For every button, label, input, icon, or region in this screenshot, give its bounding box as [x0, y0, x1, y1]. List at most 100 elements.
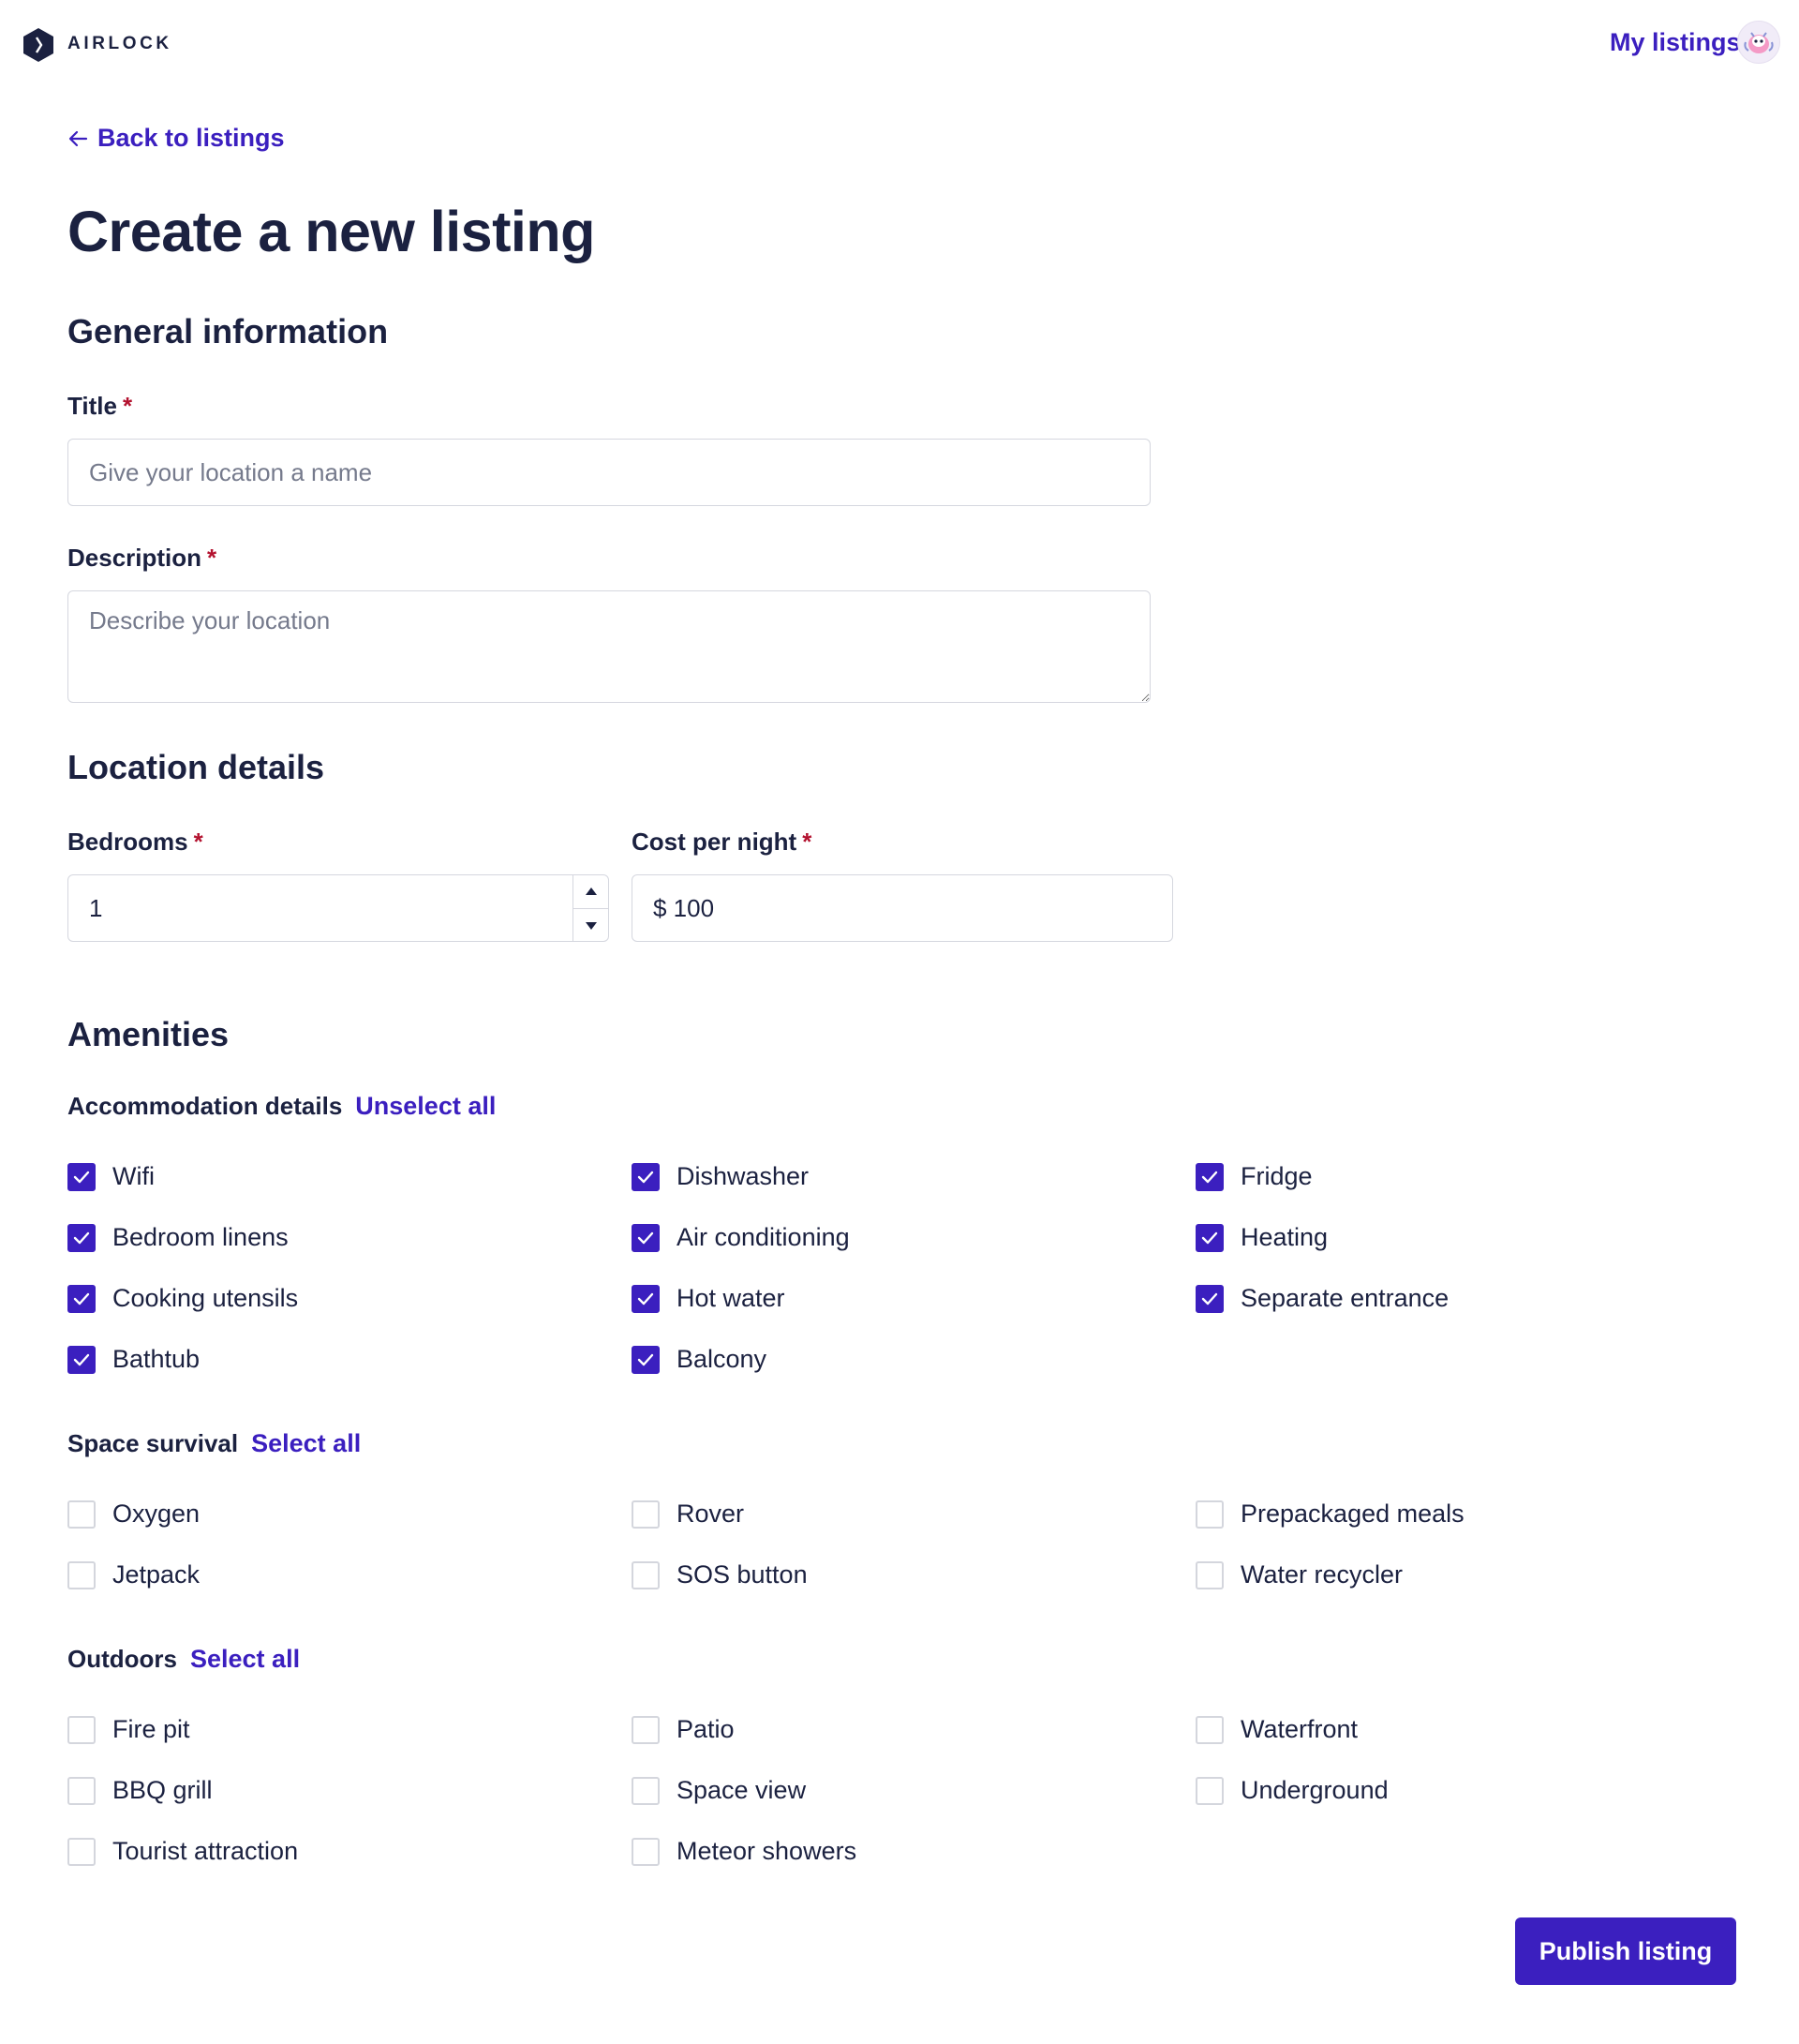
checkbox-checked[interactable]: [1196, 1284, 1224, 1313]
amenity-checkbox-item[interactable]: Water recycler: [1196, 1560, 1403, 1589]
arrow-left-icon: [68, 130, 88, 146]
group-title-space-survival: Space survival: [67, 1429, 239, 1457]
checkbox-checked[interactable]: [67, 1284, 96, 1313]
checkbox-unchecked[interactable]: [1196, 1560, 1224, 1589]
amenity-label: BBQ grill: [112, 1776, 213, 1804]
bedrooms-input[interactable]: [67, 874, 609, 942]
bedrooms-stepper: [572, 874, 609, 942]
checkbox-unchecked[interactable]: [632, 1499, 660, 1529]
checkbox-unchecked[interactable]: [67, 1560, 96, 1589]
select-all-space-survival-link[interactable]: Select all: [251, 1429, 361, 1458]
checkmark-icon: [637, 1353, 654, 1365]
amenity-checkbox-item[interactable]: Waterfront: [1196, 1715, 1358, 1744]
amenity-checkbox-item[interactable]: Underground: [1196, 1776, 1389, 1805]
amenity-checkbox-item[interactable]: Separate entrance: [1196, 1284, 1449, 1313]
amenity-checkbox-item[interactable]: Prepackaged meals: [1196, 1499, 1464, 1529]
amenity-checkbox-item[interactable]: Oxygen: [67, 1499, 200, 1529]
amenity-checkbox-item[interactable]: Bathtub: [67, 1345, 200, 1374]
triangle-down-icon: [586, 921, 597, 930]
amenity-label: Water recycler: [1241, 1560, 1404, 1589]
checkbox-checked[interactable]: [67, 1345, 96, 1374]
amenity-checkbox-item[interactable]: Air conditioning: [632, 1223, 850, 1252]
checkbox-unchecked[interactable]: [632, 1776, 660, 1805]
checkmark-icon: [1201, 1292, 1218, 1305]
checkbox-unchecked[interactable]: [67, 1837, 96, 1866]
bedrooms-label: Bedrooms *: [67, 828, 203, 857]
checkbox-unchecked[interactable]: [1196, 1715, 1224, 1744]
amenity-checkbox-item[interactable]: Fridge: [1196, 1162, 1313, 1191]
amenity-checkbox-item[interactable]: Dishwasher: [632, 1162, 809, 1191]
title-label-text: Title: [67, 392, 117, 420]
title-label: Title *: [67, 392, 132, 421]
amenity-label: Waterfront: [1241, 1715, 1359, 1743]
section-title-general: General information: [67, 312, 389, 351]
amenity-checkbox-item[interactable]: Tourist attraction: [67, 1837, 298, 1866]
amenity-label: Balcony: [676, 1345, 767, 1373]
amenity-checkbox-item[interactable]: Wifi: [67, 1162, 155, 1191]
checkbox-unchecked[interactable]: [67, 1499, 96, 1529]
amenity-label: Jetpack: [112, 1560, 201, 1589]
amenity-label: Bathtub: [112, 1345, 201, 1373]
amenity-label: Fire pit: [112, 1715, 190, 1743]
amenity-label: Fridge: [1241, 1162, 1313, 1190]
amenity-checkbox-item[interactable]: BBQ grill: [67, 1776, 213, 1805]
cost-per-night-input[interactable]: [632, 874, 1173, 942]
checkbox-checked[interactable]: [632, 1162, 660, 1191]
amenity-checkbox-item[interactable]: Balcony: [632, 1345, 766, 1374]
amenity-checkbox-item[interactable]: SOS button: [632, 1560, 808, 1589]
checkbox-checked[interactable]: [1196, 1223, 1224, 1252]
group-title-outdoors: Outdoors: [67, 1645, 177, 1673]
checkbox-unchecked[interactable]: [67, 1715, 96, 1744]
amenity-label: Rover: [676, 1499, 745, 1528]
checkbox-unchecked[interactable]: [1196, 1499, 1224, 1529]
amenity-label: Tourist attraction: [112, 1837, 299, 1865]
publish-listing-button[interactable]: Publish listing: [1515, 1917, 1736, 1985]
checkbox-checked[interactable]: [632, 1223, 660, 1252]
checkbox-unchecked[interactable]: [632, 1837, 660, 1866]
brand-name: AIRLOCK: [67, 34, 172, 53]
amenity-checkbox-item[interactable]: Jetpack: [67, 1560, 200, 1589]
stepper-up-button[interactable]: [573, 874, 609, 908]
checkbox-unchecked[interactable]: [1196, 1776, 1224, 1805]
checkbox-checked[interactable]: [632, 1345, 660, 1374]
bedrooms-label-text: Bedrooms: [67, 828, 188, 856]
amenity-checkbox-item[interactable]: Space view: [632, 1776, 806, 1805]
amenity-checkbox-item[interactable]: Heating: [1196, 1223, 1328, 1252]
checkbox-checked[interactable]: [632, 1284, 660, 1313]
back-to-listings-link[interactable]: Back to listings: [67, 124, 285, 153]
back-link-label: Back to listings: [97, 124, 285, 152]
amenity-label: Dishwasher: [676, 1162, 810, 1190]
stepper-down-button[interactable]: [573, 908, 609, 942]
checkbox-unchecked[interactable]: [67, 1776, 96, 1805]
amenity-label: Bedroom linens: [112, 1223, 289, 1251]
required-mark: *: [193, 828, 203, 856]
amenity-checkbox-item[interactable]: Rover: [632, 1499, 744, 1529]
amenity-label: Prepackaged meals: [1241, 1499, 1464, 1528]
checkbox-checked[interactable]: [67, 1223, 96, 1252]
checkbox-unchecked[interactable]: [632, 1560, 660, 1589]
description-textarea[interactable]: [67, 590, 1151, 703]
amenity-label: Air conditioning: [676, 1223, 850, 1251]
amenity-label: Heating: [1241, 1223, 1329, 1251]
amenity-checkbox-item[interactable]: Hot water: [632, 1284, 785, 1313]
checkbox-checked[interactable]: [67, 1162, 96, 1191]
title-input[interactable]: [67, 439, 1151, 506]
airlock-logo-icon[interactable]: [22, 27, 54, 63]
amenity-checkbox-item[interactable]: Bedroom linens: [67, 1223, 289, 1252]
checkbox-unchecked[interactable]: [632, 1715, 660, 1744]
triangle-up-icon: [586, 888, 597, 895]
checkmark-icon: [73, 1353, 90, 1365]
amenity-checkbox-item[interactable]: Meteor showers: [632, 1837, 856, 1866]
checkmark-icon: [1201, 1171, 1218, 1183]
section-title-location: Location details: [67, 748, 325, 786]
checkbox-checked[interactable]: [1196, 1162, 1224, 1191]
amenity-checkbox-item[interactable]: Cooking utensils: [67, 1284, 298, 1313]
select-all-outdoors-link[interactable]: Select all: [190, 1645, 300, 1674]
amenity-label: SOS button: [676, 1560, 808, 1589]
avatar[interactable]: [1737, 21, 1780, 64]
amenity-checkbox-item[interactable]: Fire pit: [67, 1715, 190, 1744]
nav-my-listings-link[interactable]: My listings: [1610, 28, 1741, 57]
amenity-label: Space view: [676, 1776, 807, 1804]
amenity-checkbox-item[interactable]: Patio: [632, 1715, 735, 1744]
unselect-all-accommodation-link[interactable]: Unselect all: [355, 1092, 496, 1121]
